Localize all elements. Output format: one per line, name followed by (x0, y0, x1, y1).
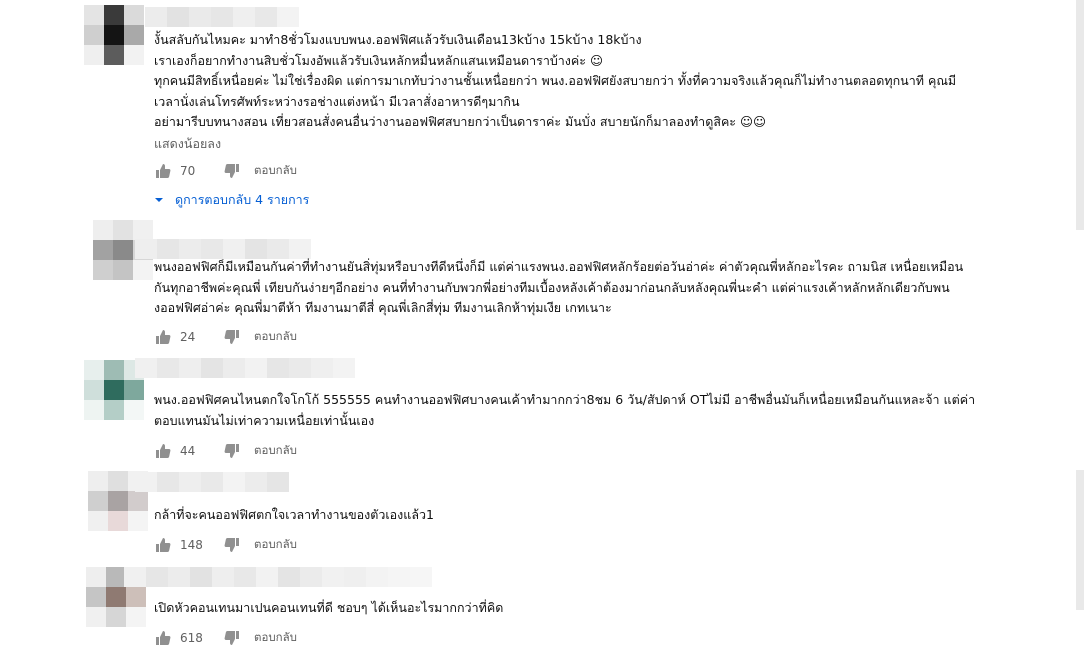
scrollbar-edge[interactable] (1076, 0, 1084, 230)
reply-button[interactable]: ตอบกลับ (254, 536, 297, 554)
comment-line: เวลานั่งเล่นโทรศัพท์ระหว่างรอช่างแต่งหน้… (154, 93, 520, 109)
reply-button[interactable]: ตอบกลับ (254, 162, 297, 180)
scrollbar-edge-lower[interactable] (1076, 470, 1084, 610)
thumb-down-icon[interactable] (224, 537, 240, 553)
comment-thread: งั้นสลับกันไหมคะ มาทำ8ชั่วโมงแบบพนง.ออฟฟ… (0, 0, 1070, 215)
comment-line: เราเองก็อยากทำงานสิบชั่วโมงอัพแล้วรับเงิ… (154, 52, 603, 68)
thumb-down-icon[interactable] (224, 443, 240, 459)
comment-actions: 70 ตอบกลับ (155, 162, 297, 180)
comment-actions: 148 ตอบกลับ (155, 536, 297, 554)
comment-thread: พนง.ออฟฟิศคนไหนตกใจโกโก้ 555555 คนทำงานอ… (0, 355, 1070, 465)
comment-thread: พนงออฟฟิศก็มีเหมือนกันค่าที่ทำงานยันสิ่ท… (0, 220, 1070, 350)
comment-actions: 24 ตอบกลับ (155, 328, 297, 346)
comment-line: ทุกคนมีสิทธิ์เหนื่อยค่ะ ไม่ใช่เรื่องผิด … (154, 73, 957, 88)
comment-line: งออฟฟิศอ่าค่ะ คุณพี่มาตีห้า ทีมงานมาตีสี… (154, 300, 612, 315)
like-count: 70 (180, 164, 196, 178)
comment-thread: เปิดหัวคอนเทนมาเปนคอนเทนที่ดี ชอบๆ ได้เห… (0, 565, 1070, 654)
thumb-up-icon[interactable] (155, 537, 171, 553)
comment-actions: 44 ตอบกลับ (155, 442, 297, 460)
author-name-blurred[interactable] (135, 358, 355, 378)
thumb-up-icon[interactable] (155, 630, 171, 646)
comment-line: ตอบแทนมันไม่เท่าความเหนื่อยเท่านั้นเอง (154, 412, 375, 428)
comment-text: งั้นสลับกันไหมคะ มาทำ8ชั่วโมงแบบพนง.ออฟฟ… (154, 30, 956, 133)
comment-line: งั้นสลับกันไหมคะ มาทำ8ชั่วโมงแบบพนง.ออฟฟ… (154, 32, 642, 47)
comment-text: พนงออฟฟิศก็มีเหมือนกันค่าที่ทำงานยันสิ่ท… (154, 257, 963, 319)
comment-line: พนงออฟฟิศก็มีเหมือนกันค่าที่ทำงานยันสิ่ท… (154, 259, 964, 274)
comment-text: เปิดหัวคอนเทนมาเปนคอนเทนที่ดี ชอบๆ ได้เห… (154, 598, 503, 619)
view-replies-label: ดูการตอบกลับ 4 รายการ (175, 192, 310, 207)
thumb-up-icon[interactable] (155, 443, 171, 459)
comment-actions: 618 ตอบกลับ (155, 629, 297, 647)
author-name-blurred[interactable] (124, 567, 432, 587)
author-name-blurred[interactable] (135, 472, 289, 492)
comment-line: อย่ามารีบบทนางสอน เที่ยวสอนสั่งคนอื่นว่า… (154, 114, 767, 129)
like-count: 618 (180, 631, 203, 645)
like-count: 24 (180, 330, 196, 344)
reply-button[interactable]: ตอบกลับ (254, 442, 297, 460)
thumb-up-icon[interactable] (155, 329, 171, 345)
like-count: 148 (180, 538, 203, 552)
comment-line: กันทุกอาชีพค่ะคุณพี่ เทียบกันง่ายๆอีกอย่… (154, 279, 950, 295)
author-name-blurred[interactable] (145, 7, 299, 27)
show-less-link[interactable]: แสดงน้อยลง (154, 134, 221, 154)
view-replies-button[interactable]: ดูการตอบกลับ 4 รายการ (153, 190, 309, 210)
comment-text: พนง.ออฟฟิศคนไหนตกใจโกโก้ 555555 คนทำงานอ… (154, 390, 975, 431)
comment-line: พนง.ออฟฟิศคนไหนตกใจโกโก้ 555555 คนทำงานอ… (154, 392, 976, 407)
comment-thread: กล้าที่จะคนออฟฟิศตกใจเวลาทำงานของตัวเองแ… (0, 468, 1070, 560)
author-name-blurred[interactable] (135, 239, 311, 259)
like-count: 44 (180, 444, 196, 458)
reply-button[interactable]: ตอบกลับ (254, 629, 297, 647)
thumb-down-icon[interactable] (224, 630, 240, 646)
comment-line: กล้าที่จะคนออฟฟิศตกใจเวลาทำงานของตัวเองแ… (154, 507, 434, 522)
avatar[interactable] (84, 5, 144, 65)
reply-button[interactable]: ตอบกลับ (254, 328, 297, 346)
chevron-down-icon (155, 198, 163, 202)
comment-text: กล้าที่จะคนออฟฟิศตกใจเวลาทำงานของตัวเองแ… (154, 505, 434, 526)
thumb-down-icon[interactable] (224, 163, 240, 179)
thumb-up-icon[interactable] (155, 163, 171, 179)
thumb-down-icon[interactable] (224, 329, 240, 345)
comment-line: เปิดหัวคอนเทนมาเปนคอนเทนที่ดี ชอบๆ ได้เห… (154, 600, 504, 615)
